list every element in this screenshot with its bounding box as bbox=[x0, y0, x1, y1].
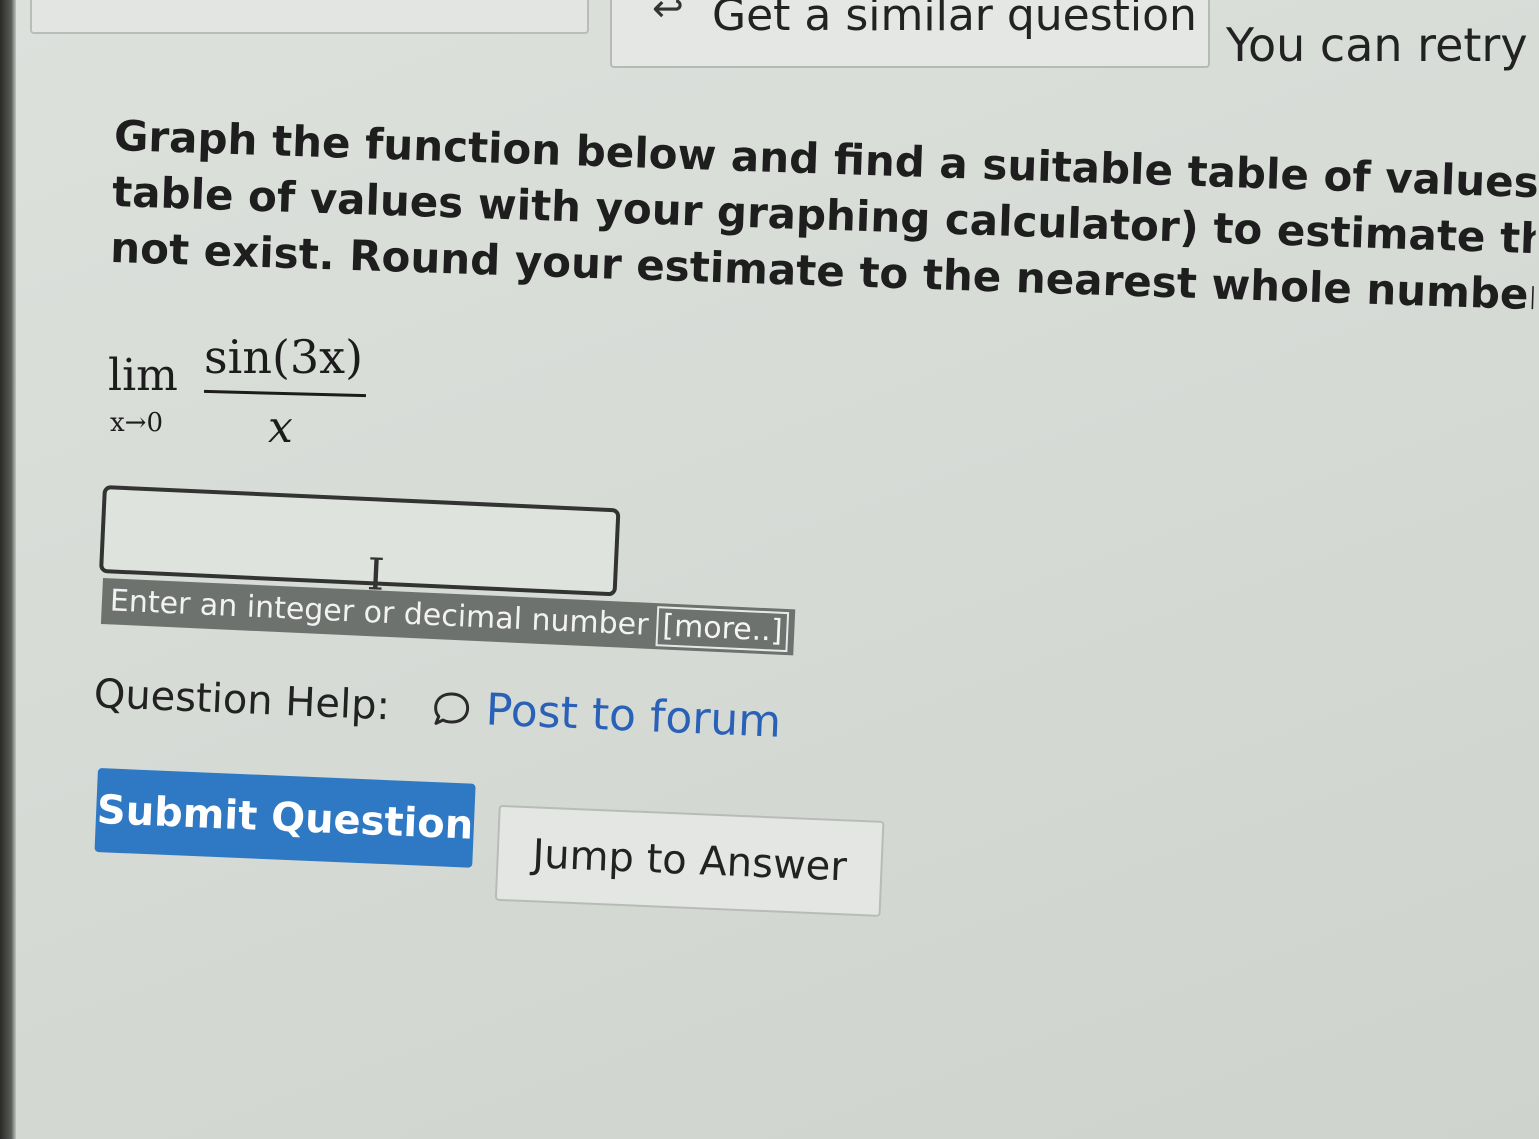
screen-bezel-edge bbox=[0, 0, 16, 1139]
fraction-denominator: x bbox=[268, 402, 293, 453]
submit-question-button[interactable]: Submit Question bbox=[94, 768, 476, 868]
chat-bubble-icon bbox=[434, 691, 470, 725]
fraction-numerator: sin(3x) bbox=[204, 330, 364, 384]
retry-info-text: You can retry bbox=[1226, 18, 1528, 72]
return-arrow-icon: ↩ bbox=[652, 0, 684, 30]
previous-button[interactable] bbox=[30, 0, 589, 34]
question-help-row: Question Help: Post to forum bbox=[92, 668, 782, 747]
post-to-forum-link[interactable]: Post to forum bbox=[485, 684, 782, 747]
action-buttons: Submit Question Jump to Answer bbox=[93, 768, 885, 917]
fraction-bar bbox=[203, 389, 367, 398]
similar-question-label: Get a similar question bbox=[712, 0, 1197, 41]
answer-input-wrapper: I bbox=[99, 485, 621, 601]
answer-hint: Enter an integer or decimal number [more.… bbox=[100, 578, 796, 656]
answer-input[interactable] bbox=[99, 485, 621, 597]
lim-operator: lim bbox=[108, 350, 178, 401]
more-info-link[interactable]: [more..] bbox=[655, 606, 790, 653]
similar-question-button[interactable]: ↩ Get a similar question bbox=[610, 0, 1210, 68]
question-help-label: Question Help: bbox=[92, 670, 391, 729]
jump-to-answer-button[interactable]: Jump to Answer bbox=[494, 804, 885, 917]
lim-subscript: x→0 bbox=[110, 408, 163, 438]
